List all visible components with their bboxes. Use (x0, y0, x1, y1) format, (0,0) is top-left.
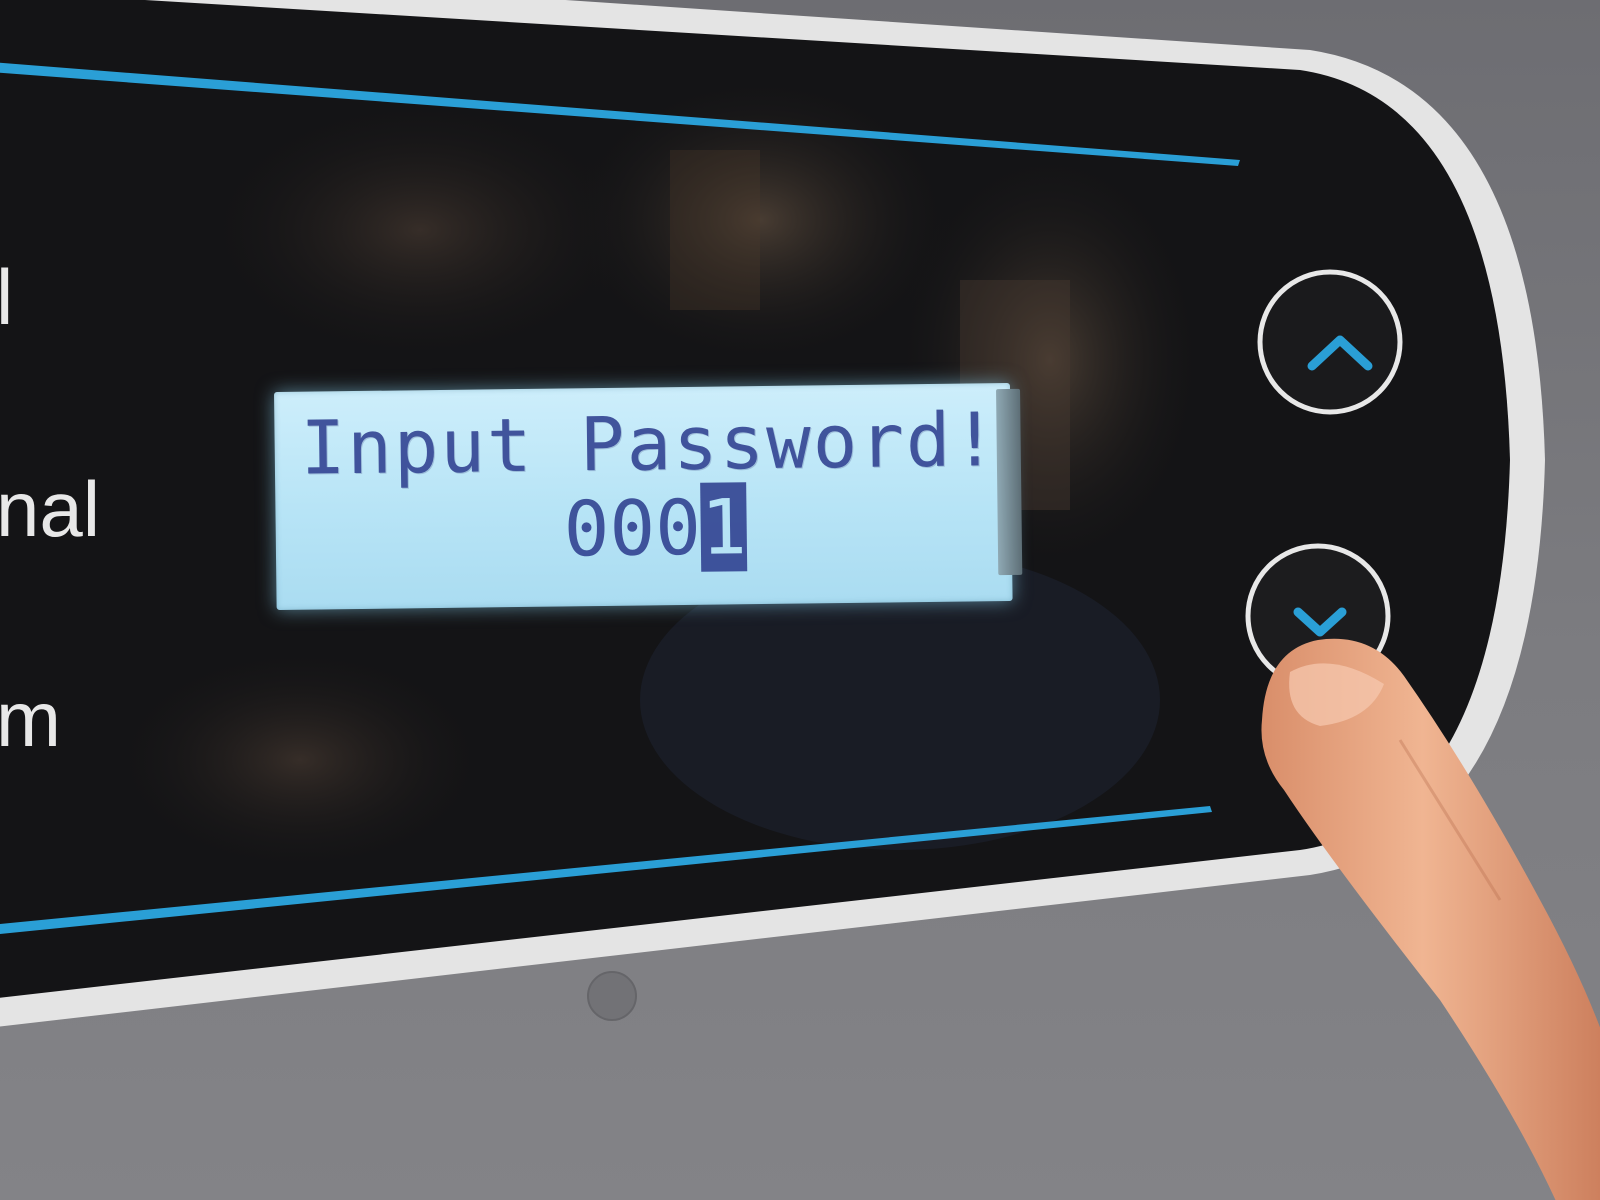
side-label-bottom: m (0, 675, 61, 763)
lcd-password-field: 0001 (563, 482, 748, 574)
housing-dimple (587, 971, 637, 1021)
device-front-panel: l nal m Input Password! 0001 (0, 0, 1600, 1200)
side-label-middle: nal (0, 465, 101, 553)
lcd-bezel (996, 388, 1023, 576)
lcd-display: Input Password! 0001 (274, 383, 1023, 610)
password-digits: 000 (563, 482, 702, 574)
finger (1261, 638, 1600, 1200)
side-label-top: l (0, 253, 14, 341)
down-button[interactable] (1246, 544, 1390, 688)
up-button[interactable] (1258, 270, 1402, 414)
password-cursor-digit: 1 (700, 482, 748, 572)
lcd-prompt-text: Input Password! (300, 397, 1000, 492)
